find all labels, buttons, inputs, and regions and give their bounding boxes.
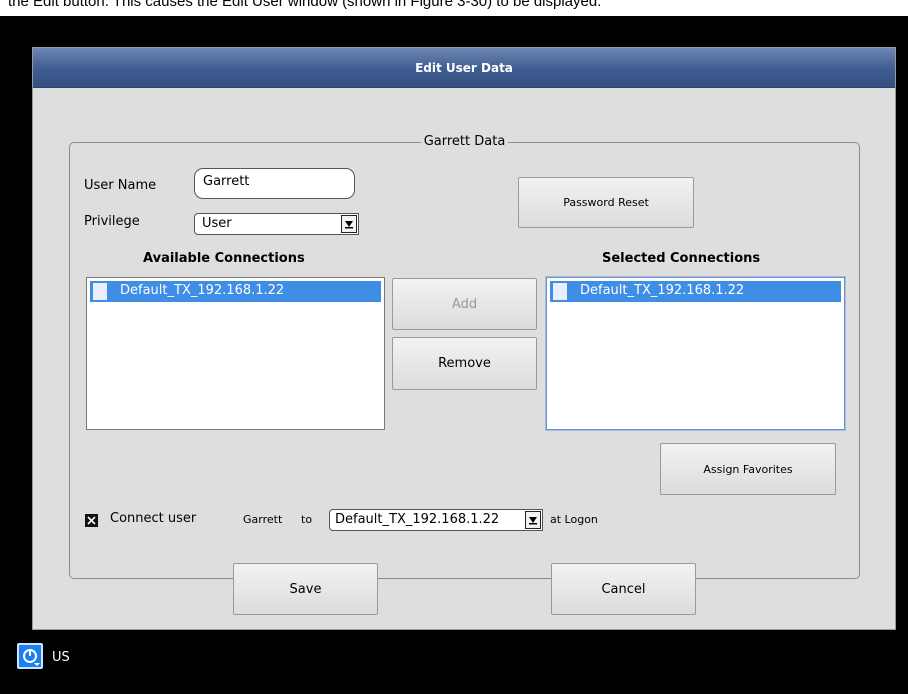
group-legend: Garrett Data	[420, 134, 509, 149]
selected-connections-heading: Selected Connections	[602, 251, 761, 266]
add-button[interactable]: Add	[392, 278, 537, 330]
remove-button[interactable]: Remove	[392, 337, 537, 390]
window-titlebar[interactable]: Edit User Data	[33, 48, 895, 88]
item-checkbox[interactable]	[553, 283, 567, 300]
checkbox-x-icon[interactable]	[85, 514, 98, 527]
available-connections-heading: Available Connections	[143, 251, 305, 266]
privilege-value: User	[202, 216, 232, 231]
window-title: Edit User Data	[415, 60, 513, 75]
desktop-frame: Edit User Data Garrett Data User Name Ga…	[0, 16, 908, 694]
connect-user-label: Connect user	[110, 511, 197, 526]
privilege-select[interactable]: User	[194, 213, 359, 235]
connect-username: Garrett	[243, 513, 283, 526]
edit-user-window: Edit User Data Garrett Data User Name Ga…	[32, 47, 896, 630]
chevron-down-icon[interactable]	[341, 215, 357, 233]
cancel-button[interactable]: Cancel	[551, 563, 696, 615]
list-item-label: Default_TX_192.168.1.22	[120, 283, 285, 298]
connect-to-label: to	[301, 513, 313, 526]
privilege-label: Privilege	[84, 214, 140, 229]
power-keyboard-icon[interactable]	[17, 643, 43, 669]
available-connections-list[interactable]: Default_TX_192.168.1.22	[86, 277, 385, 430]
username-label: User Name	[84, 178, 157, 193]
assign-favorites-button[interactable]: Assign Favorites	[660, 443, 836, 495]
save-button[interactable]: Save	[233, 563, 378, 615]
document-caption: the Edit button. This causes the Edit Us…	[8, 0, 602, 10]
item-checkbox[interactable]	[93, 283, 107, 300]
list-item-label: Default_TX_192.168.1.22	[580, 283, 745, 298]
logon-connection-select[interactable]: Default_TX_192.168.1.22	[329, 509, 543, 531]
logon-connection-value: Default_TX_192.168.1.22	[335, 512, 500, 527]
keyboard-locale: US	[52, 650, 70, 665]
list-item[interactable]: Default_TX_192.168.1.22	[90, 281, 381, 302]
at-logon-label: at Logon	[550, 513, 598, 526]
selected-connections-list[interactable]: Default_TX_192.168.1.22	[546, 277, 845, 430]
list-item[interactable]: Default_TX_192.168.1.22	[550, 281, 841, 302]
password-reset-button[interactable]: Password Reset	[518, 177, 694, 228]
chevron-down-icon[interactable]	[525, 511, 541, 529]
username-input[interactable]: Garrett	[194, 168, 355, 199]
